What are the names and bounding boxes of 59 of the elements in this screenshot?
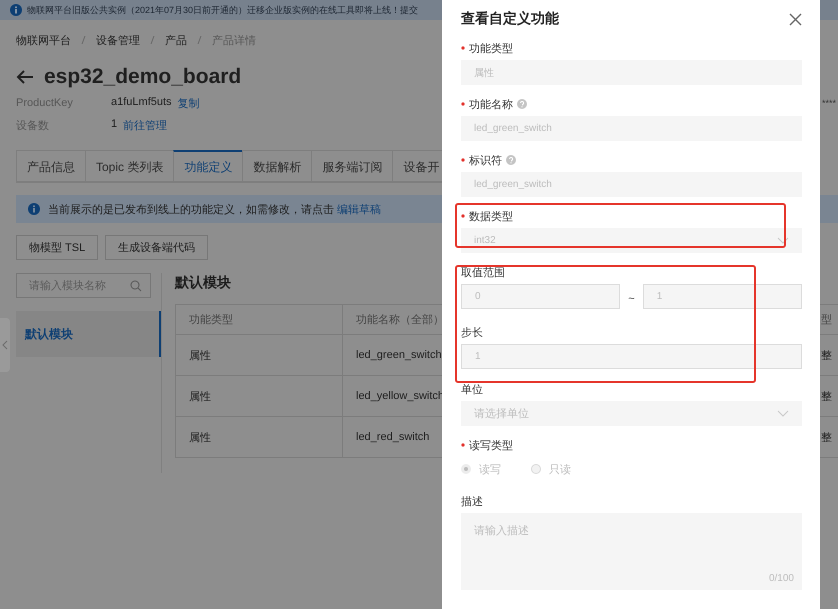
collapse-handle[interactable] xyxy=(0,318,10,372)
banner-text: 物联网平台旧版公共实例（2021年07月30日前开通的）迁移企业版实例的在线工具即将上线！提交 xyxy=(27,4,418,16)
meta-label: ProductKey xyxy=(16,97,74,109)
breadcrumb-item: 产品详情 xyxy=(212,34,256,48)
breadcrumb-item[interactable]: 物联网平台 xyxy=(16,32,71,48)
search-icon xyxy=(130,280,142,292)
toolbar-button[interactable]: 生成设备端代码 xyxy=(105,235,208,260)
meta-label: 设备数 xyxy=(16,118,50,132)
table-cell: led_yellow_switch xyxy=(356,390,444,402)
table-cell: led_red_switch xyxy=(356,431,430,443)
tab[interactable]: 服务端订阅 xyxy=(311,150,392,182)
radio-label: 读写 xyxy=(479,462,501,476)
field-label: 描述 xyxy=(461,494,483,508)
meta-link[interactable]: 复制 xyxy=(178,96,200,110)
field-label: 取值范围 xyxy=(461,266,505,280)
back-arrow-icon xyxy=(16,69,34,85)
column-header: 型 xyxy=(821,313,832,327)
table-cell-text: 属性 xyxy=(189,348,211,362)
table-cell-text: 整 xyxy=(821,348,832,362)
toolbar-button[interactable]: 物模型 TSL xyxy=(16,235,98,260)
tab[interactable]: 产品信息 xyxy=(16,150,85,182)
field-label: 读写类型 xyxy=(469,438,513,452)
info-icon xyxy=(28,203,40,215)
meta-value: a1fuLmf5uts xyxy=(111,96,172,110)
breadcrumb-separator xyxy=(150,36,154,44)
field-label: 功能类型 xyxy=(469,42,513,56)
info-icon xyxy=(10,4,22,16)
chevron-down-icon xyxy=(777,237,789,244)
field-label: 数据类型 xyxy=(469,210,513,224)
meta-value: 1 xyxy=(111,118,118,132)
field-label: 单位 xyxy=(461,382,483,396)
range-separator: ~ xyxy=(628,292,635,304)
breadcrumb-separator xyxy=(198,36,202,44)
table-cell-text: 整 xyxy=(821,390,832,404)
section-title: 默认模块 xyxy=(175,274,231,292)
field-label: 步长 xyxy=(461,326,483,340)
breadcrumb-item[interactable]: 产品 xyxy=(165,32,187,48)
table-cell-text: 属性 xyxy=(189,390,211,404)
meta-link[interactable]: 前往管理 xyxy=(123,118,168,132)
table-cell-text: 整 xyxy=(821,430,832,444)
table-cell-text: 属性 xyxy=(189,430,211,444)
radio-label: 只读 xyxy=(549,462,571,476)
field-label: 标识符 xyxy=(469,154,502,168)
notice-text: 当前展示的是已发布到线上的功能定义，如需修改，请点击 编辑草稿 xyxy=(48,202,382,216)
masked-value: **** xyxy=(822,98,838,108)
edit-draft-link[interactable]: 编辑草稿 xyxy=(337,204,382,216)
table-cell: led_green_switch xyxy=(356,349,442,361)
breadcrumb-separator xyxy=(82,36,86,44)
tab[interactable]: 数据解析 xyxy=(242,150,312,182)
field-label: 功能名称 xyxy=(469,98,513,112)
column-header: 功能名称（全部） xyxy=(356,312,444,327)
chevron-down-icon xyxy=(777,410,789,417)
module-item[interactable]: 默认模块 xyxy=(16,311,161,357)
breadcrumb-item[interactable]: 设备管理 xyxy=(96,32,140,48)
product-title: esp32_demo_board xyxy=(44,65,242,89)
character-counter: 0/100 xyxy=(768,573,794,584)
tab[interactable]: 功能定义 xyxy=(173,150,242,182)
column-header: 功能类型 xyxy=(189,313,233,327)
drawer-title: 查看自定义功能 xyxy=(461,10,559,28)
